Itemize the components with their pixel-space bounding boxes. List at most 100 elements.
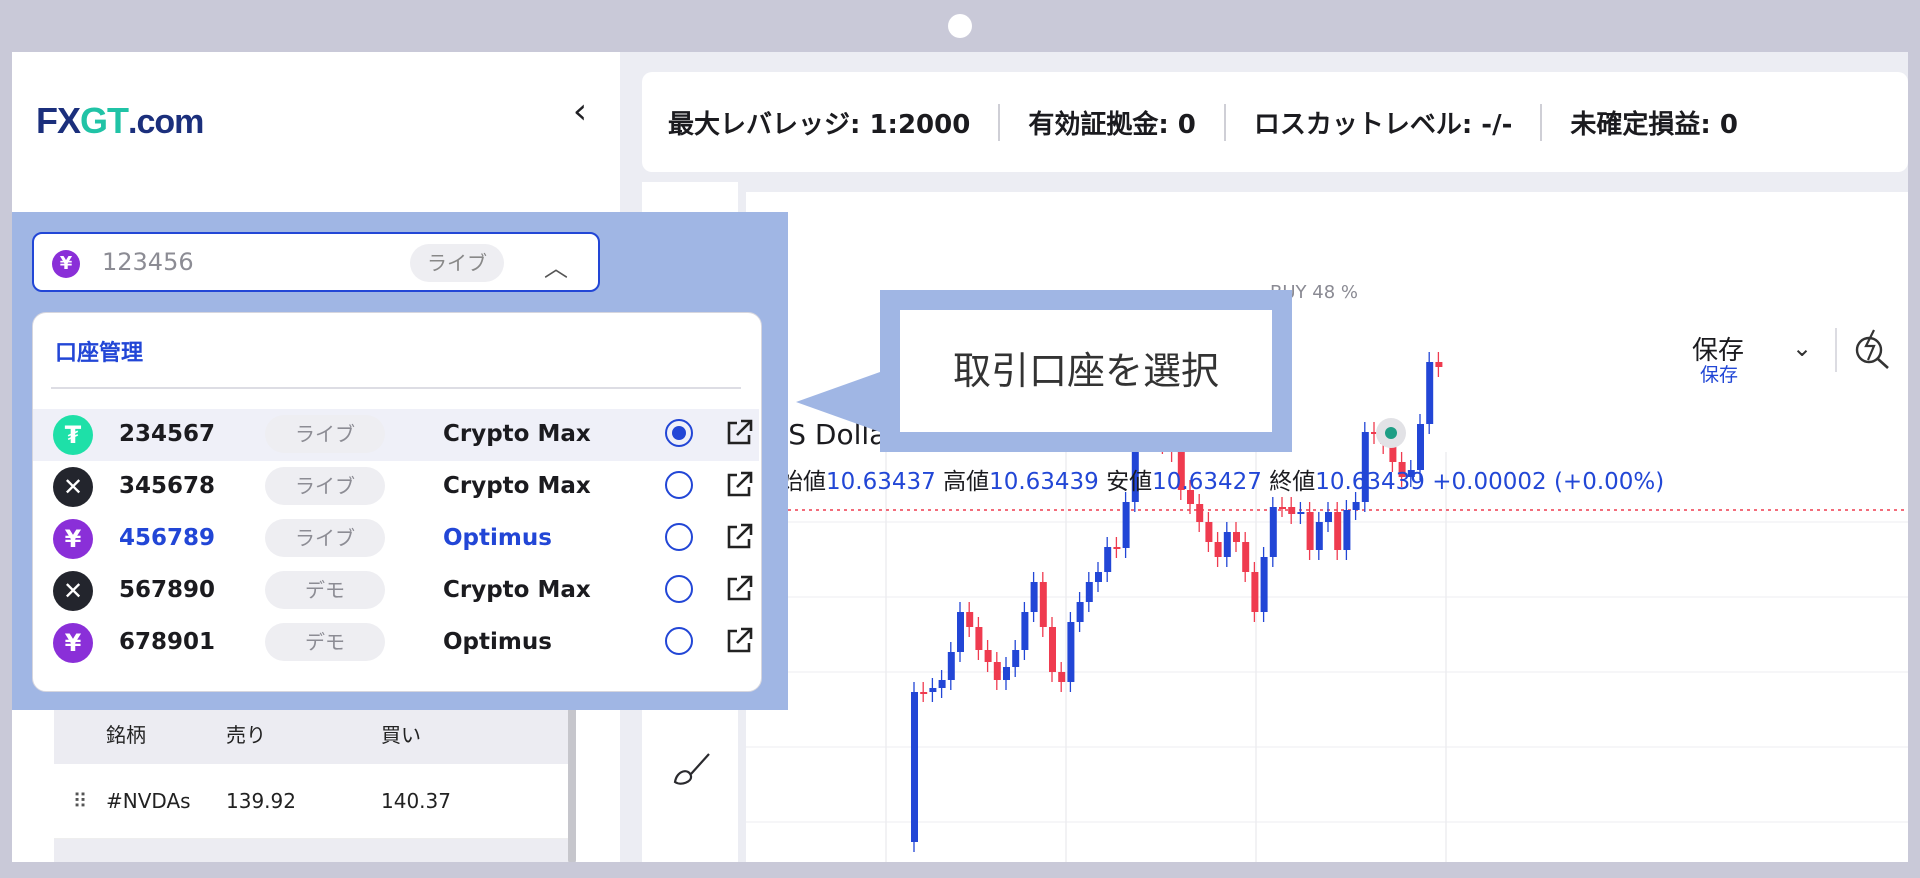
- chevron-up-icon[interactable]: ︿: [544, 248, 568, 283]
- account-row[interactable]: ¥456789 ライブ Optimus: [33, 513, 759, 565]
- low-value: 10.63427: [1152, 469, 1262, 495]
- candle-body: [1435, 362, 1443, 367]
- candle-body: [1205, 522, 1213, 542]
- account-type: Crypto Max: [443, 421, 591, 447]
- candle-body: [1085, 582, 1093, 602]
- save-layout-sublabel: 保存: [1700, 364, 1739, 386]
- account-dropdown: 口座管理 ₮ 234567 ライブ Crypto Max ✕ 345678 ライブ Crypt…: [32, 312, 762, 692]
- account-row[interactable]: ✕ 345678 ライブ Crypto Max: [33, 461, 759, 513]
- account-type: Crypto Max: [443, 577, 591, 603]
- account-number: 456789: [119, 525, 216, 551]
- brand-logo: FXGT.com: [36, 100, 204, 142]
- logo-fx: FX: [36, 100, 81, 141]
- candle-body: [1343, 510, 1351, 550]
- save-chevron-down-icon[interactable]: ⌄: [1792, 334, 1812, 362]
- callout-arrow: [796, 372, 880, 432]
- account-row[interactable]: ¥678901 デモ Optimus: [33, 617, 759, 669]
- candle-body: [1012, 650, 1020, 667]
- candle-body: [1352, 502, 1360, 510]
- account-selector-highlight: ¥ 123456 ライブ ︿ 口座管理 ₮ 234567 ライブ Crypto Max…: [12, 212, 788, 710]
- candle-body: [993, 662, 1001, 680]
- candle-body: [1251, 572, 1259, 612]
- account-badge: デモ: [265, 623, 385, 661]
- candle-body: [1196, 504, 1204, 522]
- logo-com: .com: [128, 103, 204, 141]
- open-value: 10.63437: [826, 469, 936, 495]
- callout-box: 取引口座を選択: [880, 290, 1292, 452]
- account-radio[interactable]: [665, 471, 693, 499]
- candle-body: [911, 692, 918, 842]
- account-badge: ライブ: [265, 519, 385, 557]
- external-link-icon[interactable]: [723, 521, 755, 553]
- candle-body: [1233, 532, 1240, 542]
- candle-body: [1279, 507, 1286, 509]
- candle-body: [1334, 512, 1342, 550]
- candle-body: [947, 652, 955, 680]
- candle-body: [1021, 612, 1029, 650]
- account-radio[interactable]: [665, 575, 693, 603]
- watchlist-scrollbar[interactable]: [568, 704, 576, 862]
- brush-icon[interactable]: [660, 738, 720, 798]
- external-link-icon[interactable]: [723, 573, 755, 605]
- tether-icon: ₮: [53, 415, 93, 455]
- callout-text: 取引口座を選択: [952, 349, 1219, 393]
- collapse-sidebar-chevron-left-icon[interactable]: ‹: [560, 92, 600, 132]
- price-chart[interactable]: [746, 52, 1908, 862]
- change-value: +0.00002 (+0.00%): [1432, 469, 1665, 495]
- candle-body: [1030, 582, 1038, 612]
- candle-body: [1288, 507, 1296, 514]
- row-sell[interactable]: 139.92: [226, 789, 381, 813]
- camera-dot: [948, 14, 972, 38]
- external-link-icon[interactable]: [723, 417, 755, 449]
- account-radio[interactable]: [665, 419, 693, 447]
- candle-body: [1067, 622, 1075, 682]
- col-symbol: 銘柄: [106, 722, 146, 747]
- candle-body: [1426, 362, 1434, 424]
- account-number: 345678: [119, 473, 216, 499]
- account-badge: デモ: [265, 571, 385, 609]
- yen-icon: ¥: [53, 623, 93, 663]
- candle-body: [1049, 627, 1056, 672]
- main-panel: 最大レバレッジ: 1:2000 有効証拠金: 0 ロスカットレベル: -/- 未…: [642, 52, 1908, 862]
- row-buy[interactable]: 140.37: [381, 789, 541, 813]
- selected-account-number: 123456: [102, 248, 194, 276]
- market-open-status-dot: [1376, 418, 1406, 448]
- candle-body: [1315, 522, 1323, 550]
- table-row[interactable]: [54, 839, 576, 862]
- alert-lightning-icon[interactable]: [1852, 326, 1892, 379]
- yen-icon: ¥: [53, 519, 93, 559]
- external-link-icon[interactable]: [723, 625, 755, 657]
- account-row[interactable]: ₮ 234567 ライブ Crypto Max: [33, 409, 759, 461]
- table-row[interactable]: ⠿ #NVDAs 139.92 140.37: [54, 764, 576, 839]
- account-type: Optimus: [443, 629, 552, 655]
- account-badge: ライブ: [265, 415, 385, 453]
- candle-body: [975, 627, 983, 650]
- external-link-icon[interactable]: [723, 469, 755, 501]
- account-row[interactable]: ✕ 567890 デモ Crypto Max: [33, 565, 759, 617]
- ohlc-readout: 始値10.63437 高値10.63439 安値10.63427 終値10.63…: [780, 462, 1664, 496]
- yen-icon: ¥: [52, 250, 80, 278]
- candle-body: [1122, 502, 1130, 548]
- account-radio[interactable]: [665, 523, 693, 551]
- app-screen: FXGT.com ‹ 銘柄 売り 買い ⠿ #NVDAs 139.92 140.…: [12, 52, 1908, 862]
- drag-handle-icon[interactable]: ⠿: [54, 789, 106, 813]
- col-sell: 売り: [226, 722, 266, 747]
- account-number: 234567: [119, 421, 216, 447]
- account-radio[interactable]: [665, 627, 693, 655]
- candle-body: [1039, 582, 1047, 627]
- toolbar-divider: [1835, 328, 1837, 372]
- account-type: Optimus: [443, 525, 552, 551]
- candle-body: [957, 612, 964, 652]
- candle-body: [1269, 507, 1277, 557]
- row-symbol: #NVDAs: [106, 789, 191, 813]
- account-management-link[interactable]: 口座管理: [55, 335, 143, 367]
- account-number: 678901: [119, 629, 216, 655]
- candle-body: [929, 688, 937, 692]
- account-selector[interactable]: ¥ 123456 ライブ ︿: [32, 232, 600, 292]
- candle-body: [1003, 667, 1010, 680]
- high-label: 高値: [943, 469, 990, 495]
- candle-body: [1095, 572, 1102, 582]
- candle-body: [1058, 672, 1066, 682]
- col-buy: 買い: [381, 722, 421, 747]
- account-number: 567890: [119, 577, 216, 603]
